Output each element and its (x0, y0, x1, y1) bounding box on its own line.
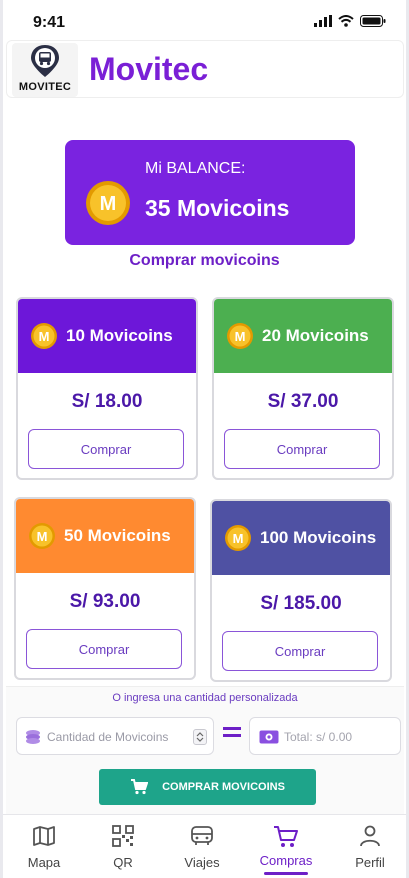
package-header: M 100 Movicoins (212, 501, 390, 575)
status-bar: 9:41 (3, 0, 406, 40)
package-price: S/ 37.00 (267, 391, 339, 412)
nav-label: Perfil (355, 855, 385, 870)
package-header: M 20 Movicoins (214, 299, 392, 373)
package-card-100: M 100 Movicoins S/ 185.00 Comprar (210, 499, 392, 682)
quantity-placeholder: Cantidad de Movicoins (47, 730, 169, 744)
user-icon (360, 825, 380, 847)
svg-text:M: M (39, 329, 50, 344)
app-logo: MOVITEC (12, 43, 78, 97)
custom-amount-label: O ingresa una cantidad personalizada (112, 692, 298, 704)
buy-package-button[interactable]: Comprar (224, 429, 380, 469)
nav-item-perfil[interactable]: Perfil (335, 821, 405, 877)
total-placeholder: Total: s/ 0.00 (284, 730, 353, 744)
total-price-input[interactable]: Total: s/ 0.00 (249, 717, 401, 755)
svg-text:M: M (233, 531, 244, 546)
svg-text:M: M (235, 329, 246, 344)
nav-item-qr[interactable]: QR (88, 821, 158, 877)
movicoin-icon: M (29, 523, 55, 549)
status-time: 9:41 (33, 14, 66, 31)
wifi-icon (338, 15, 354, 27)
movicoins-quantity-input[interactable]: Cantidad de Movicoins (16, 717, 214, 755)
logo-text: MOVITEC (18, 81, 72, 93)
nav-item-compras[interactable]: Compras (251, 821, 321, 877)
nav-label: Compras (259, 853, 313, 868)
app-title: Movitec (89, 51, 209, 87)
package-header: M 50 Movicoins (16, 499, 194, 573)
nav-item-mapa[interactable]: Mapa (9, 821, 79, 877)
package-name: 50 Movicoins (64, 526, 171, 545)
package-header: M 10 Movicoins (18, 299, 196, 373)
app-screen: 9:41 MOVITEC Movitec Mi BALANCE: M 35 Mo… (3, 0, 406, 878)
movicoin-icon: M (86, 181, 130, 225)
coins-stack-icon (26, 730, 40, 744)
package-card-20: M 20 Movicoins S/ 37.00 Comprar (212, 297, 394, 480)
svg-text:M: M (37, 529, 48, 544)
package-name: 100 Movicoins (260, 528, 377, 547)
buy-movicoins-label: COMPRAR MOVICOINS (162, 781, 285, 793)
package-price: S/ 185.00 (260, 593, 342, 614)
money-bill-icon (259, 730, 279, 744)
buy-package-button[interactable]: Comprar (26, 629, 182, 669)
movicoin-icon: M (227, 323, 253, 349)
stepper-arrows-icon (196, 732, 204, 742)
coin-symbol: M (100, 193, 117, 215)
package-card-10: M 10 Movicoins S/ 18.00 Comprar (16, 297, 198, 480)
package-name: 10 Movicoins (66, 326, 173, 345)
buy-package-button[interactable]: Comprar (28, 429, 184, 469)
active-tab-indicator (264, 872, 308, 875)
package-name: 20 Movicoins (262, 326, 369, 345)
map-icon (33, 826, 55, 846)
cart-icon (131, 779, 149, 795)
buy-movicoins-link[interactable]: Comprar movicoins (3, 252, 406, 270)
nav-label: Viajes (184, 855, 220, 870)
balance-amount: 35 Movicoins (145, 195, 290, 221)
cart-icon (274, 826, 298, 847)
movicoin-icon: M (225, 525, 251, 551)
bottom-navigation: Mapa QR Viajes Compras Perfil (3, 814, 406, 878)
custom-amount-panel: O ingresa una cantidad personalizada Can… (6, 686, 404, 814)
equals-icon (223, 727, 241, 737)
status-icons (314, 15, 386, 27)
nav-label: Mapa (27, 855, 61, 870)
bus-pin-logo-icon (31, 45, 59, 77)
qr-code-icon (112, 825, 134, 847)
movicoin-icon: M (31, 323, 57, 349)
nav-label: QR (113, 855, 133, 870)
balance-label: Mi BALANCE: (145, 160, 246, 177)
signal-icon (314, 15, 332, 27)
bus-icon (191, 826, 213, 845)
balance-card: Mi BALANCE: M 35 Movicoins (65, 140, 355, 245)
package-price: S/ 18.00 (71, 391, 143, 412)
buy-package-button[interactable]: Comprar (222, 631, 378, 671)
battery-icon (360, 15, 386, 27)
app-header: MOVITEC Movitec (6, 40, 404, 98)
package-card-50: M 50 Movicoins S/ 93.00 Comprar (14, 497, 196, 680)
nav-item-viajes[interactable]: Viajes (167, 821, 237, 877)
package-price: S/ 93.00 (69, 591, 141, 612)
quantity-stepper[interactable] (193, 729, 207, 745)
buy-movicoins-button[interactable]: COMPRAR MOVICOINS (99, 769, 316, 805)
